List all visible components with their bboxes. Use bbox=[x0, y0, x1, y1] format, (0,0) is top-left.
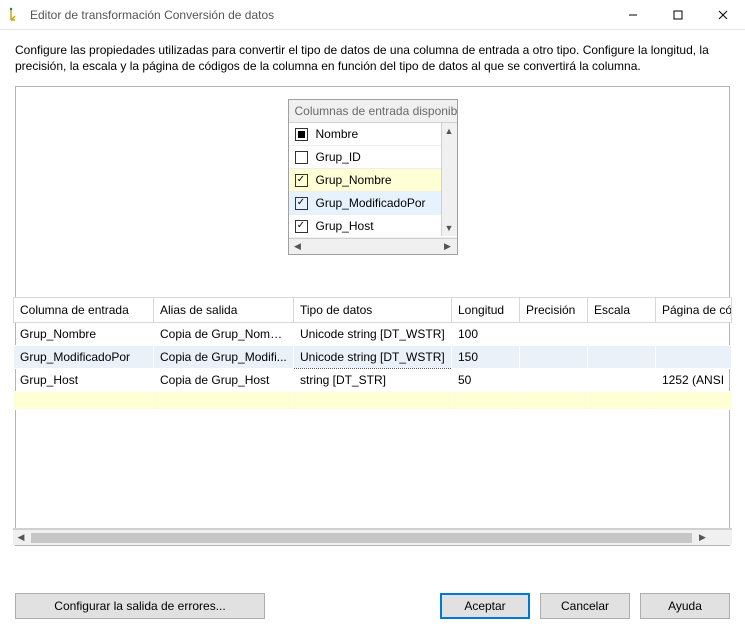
available-columns-hscrollbar[interactable]: ◀ ▶ bbox=[289, 238, 457, 254]
cell-length[interactable]: 50 bbox=[452, 369, 520, 392]
available-column-label: Grup_Nombre bbox=[316, 173, 392, 187]
available-columns-vscrollbar[interactable]: ▲ ▼ bbox=[441, 123, 457, 236]
close-button[interactable] bbox=[700, 0, 745, 29]
scroll-track[interactable] bbox=[305, 242, 441, 252]
available-columns-container: Columnas de entrada disponibl... Nombre … bbox=[24, 99, 721, 255]
cell-data-type[interactable]: Unicode string [DT_WSTR] bbox=[294, 346, 452, 369]
checkbox-icon[interactable] bbox=[295, 220, 308, 233]
app-icon bbox=[8, 7, 24, 23]
scroll-left-icon[interactable]: ◀ bbox=[13, 532, 29, 543]
col-header-output-alias[interactable]: Alias de salida bbox=[154, 298, 294, 323]
available-column-item[interactable]: Grup_Host bbox=[289, 215, 457, 238]
window-controls bbox=[610, 0, 745, 29]
cell-output-alias[interactable]: Copia de Grup_Host bbox=[154, 369, 294, 392]
scroll-left-icon[interactable]: ◀ bbox=[291, 241, 305, 252]
col-header-precision[interactable]: Precisión bbox=[520, 298, 588, 323]
main-panel: Columnas de entrada disponibl... Nombre … bbox=[15, 86, 730, 546]
cell-codepage[interactable]: 1252 (ANSI bbox=[656, 369, 732, 392]
cell-scale[interactable] bbox=[588, 369, 656, 392]
available-column-label: Nombre bbox=[316, 127, 359, 141]
titlebar: Editor de transformación Conversión de d… bbox=[0, 0, 745, 30]
available-column-item[interactable]: Grup_ID bbox=[289, 146, 457, 169]
checkbox-icon[interactable] bbox=[295, 174, 308, 187]
checkbox-icon[interactable] bbox=[295, 197, 308, 210]
available-columns-header-label: Columnas de entrada disponibl... bbox=[295, 104, 457, 118]
cell-input-column[interactable]: Grup_Host bbox=[14, 369, 154, 392]
table-row[interactable]: Grup_ModificadoPor Copia de Grup_Modifi.… bbox=[14, 346, 732, 369]
accept-button[interactable]: Aceptar bbox=[440, 593, 530, 619]
available-column-item[interactable]: Grup_Nombre bbox=[289, 169, 457, 192]
grid-hscrollbar[interactable]: ◀ ▶ bbox=[13, 529, 732, 545]
cell-scale[interactable] bbox=[588, 323, 656, 346]
maximize-button[interactable] bbox=[655, 0, 700, 29]
col-header-codepage[interactable]: Página de có bbox=[656, 298, 732, 323]
checkbox-icon[interactable] bbox=[295, 151, 308, 164]
help-button[interactable]: Ayuda bbox=[640, 593, 730, 619]
col-header-data-type[interactable]: Tipo de datos bbox=[294, 298, 452, 323]
scroll-right-icon[interactable]: ▶ bbox=[694, 532, 710, 543]
cell-data-type[interactable]: string [DT_STR] bbox=[294, 369, 452, 392]
grid-container: Columna de entrada Alias de salida Tipo … bbox=[13, 297, 732, 545]
cell-codepage[interactable] bbox=[656, 346, 732, 369]
scroll-right-icon[interactable]: ▶ bbox=[441, 241, 455, 252]
available-column-item[interactable]: Nombre bbox=[289, 123, 457, 146]
col-header-input-column[interactable]: Columna de entrada bbox=[14, 298, 154, 323]
footer: Configurar la salida de errores... Acept… bbox=[0, 581, 745, 637]
table-new-row[interactable] bbox=[14, 392, 732, 410]
data-grid-table: Columna de entrada Alias de salida Tipo … bbox=[13, 297, 732, 410]
cell-codepage[interactable] bbox=[656, 323, 732, 346]
cell-output-alias[interactable]: Copia de Grup_Modifi... bbox=[154, 346, 294, 369]
window-title: Editor de transformación Conversión de d… bbox=[30, 8, 610, 22]
available-column-label: Grup_ModificadoPor bbox=[316, 196, 426, 210]
available-column-label: Grup_ID bbox=[316, 150, 361, 164]
table-row[interactable]: Grup_Host Copia de Grup_Host string [DT_… bbox=[14, 369, 732, 392]
cell-input-column[interactable]: Grup_Nombre bbox=[14, 323, 154, 346]
available-columns-body: Nombre Grup_ID Grup_Nombre Grup_Modifica… bbox=[289, 123, 457, 254]
available-columns-list: Nombre Grup_ID Grup_Nombre Grup_Modifica… bbox=[289, 123, 457, 238]
cell-data-type[interactable]: Unicode string [DT_WSTR] bbox=[294, 323, 452, 346]
cell-length[interactable]: 150 bbox=[452, 346, 520, 369]
cell-precision[interactable] bbox=[520, 369, 588, 392]
cancel-button[interactable]: Cancelar bbox=[540, 593, 630, 619]
available-column-item[interactable]: Grup_ModificadoPor bbox=[289, 192, 457, 215]
available-column-label: Grup_Host bbox=[316, 219, 374, 233]
checkbox-icon[interactable] bbox=[295, 128, 308, 141]
scroll-down-icon[interactable]: ▼ bbox=[442, 220, 457, 236]
cell-precision[interactable] bbox=[520, 346, 588, 369]
scroll-thumb[interactable] bbox=[31, 533, 692, 543]
scroll-up-icon[interactable]: ▲ bbox=[442, 123, 457, 139]
cell-length[interactable]: 100 bbox=[452, 323, 520, 346]
description-text: Configure las propiedades utilizadas par… bbox=[0, 30, 745, 82]
grid-header-row: Columna de entrada Alias de salida Tipo … bbox=[14, 298, 732, 323]
available-columns-box: Columnas de entrada disponibl... Nombre … bbox=[288, 99, 458, 255]
minimize-button[interactable] bbox=[610, 0, 655, 29]
cell-output-alias[interactable]: Copia de Grup_Nombre bbox=[154, 323, 294, 346]
cell-precision[interactable] bbox=[520, 323, 588, 346]
data-grid[interactable]: Columna de entrada Alias de salida Tipo … bbox=[13, 297, 732, 529]
configure-error-output-button[interactable]: Configurar la salida de errores... bbox=[15, 593, 265, 619]
col-header-length[interactable]: Longitud bbox=[452, 298, 520, 323]
cell-scale[interactable] bbox=[588, 346, 656, 369]
col-header-scale[interactable]: Escala bbox=[588, 298, 656, 323]
table-row[interactable]: Grup_Nombre Copia de Grup_Nombre Unicode… bbox=[14, 323, 732, 346]
cell-input-column[interactable]: Grup_ModificadoPor bbox=[14, 346, 154, 369]
available-columns-header[interactable]: Columnas de entrada disponibl... bbox=[289, 100, 457, 123]
footer-right-buttons: Aceptar Cancelar Ayuda bbox=[440, 593, 730, 619]
